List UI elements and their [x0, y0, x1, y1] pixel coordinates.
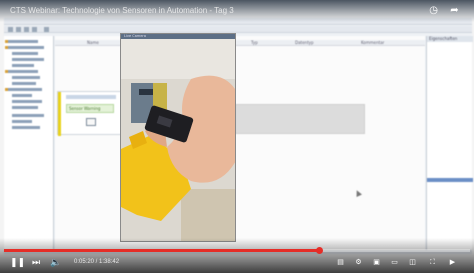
subtitles-icon[interactable]: ▤	[336, 258, 345, 267]
tree-item	[12, 64, 34, 67]
phone-camera-window: Live Camera	[120, 33, 236, 242]
tree-item	[12, 94, 32, 97]
editor-area: Name Typ Datentyp Kommentar Sensor Warni…	[55, 36, 425, 250]
properties-panel: Eigenschaften	[426, 36, 473, 250]
table-surface	[181, 189, 235, 241]
properties-header: Eigenschaften	[427, 36, 473, 42]
ide-window-screenshot: Name Typ Datentyp Kommentar Sensor Warni…	[4, 18, 473, 254]
tree-item	[12, 58, 44, 61]
ladder-comment: Sensor Warning	[66, 104, 114, 113]
tree-item	[8, 46, 44, 49]
time-display: 0:05:20 / 1:38:42	[74, 259, 120, 265]
gray-table-region	[235, 104, 365, 134]
ladder-contact	[86, 118, 96, 126]
network-title	[66, 95, 116, 99]
tree-item	[8, 40, 38, 43]
ladder-rail	[58, 92, 61, 136]
toolbar-icon	[32, 27, 37, 32]
tree-item	[8, 70, 38, 73]
properties-selection	[427, 178, 473, 182]
volume-icon[interactable]: 🔈	[50, 257, 62, 269]
player-controls: ❚❚ ⏭ 🔈 0:05:20 / 1:38:42 ▤ ⚙ ▣ ▭ ◫ ⛶ ▶	[0, 255, 474, 271]
clock-icon[interactable]: ◷	[428, 5, 439, 16]
column-header: Kommentar	[361, 40, 385, 45]
toolbar-icon	[8, 27, 13, 32]
camera-scene	[121, 39, 235, 241]
mouse-cursor-icon	[354, 189, 362, 197]
column-header: Datentyp	[295, 40, 314, 45]
tree-item	[12, 106, 38, 109]
tree-item	[12, 126, 40, 129]
ladder-network: Sensor Warning	[57, 91, 123, 136]
youtube-logo-icon[interactable]: ▶	[448, 258, 457, 267]
progress-scrubber[interactable]	[316, 247, 323, 254]
variable-table-header: Name Typ Datentyp Kommentar	[55, 40, 425, 46]
tree-item	[12, 114, 44, 117]
column-header: Name	[87, 40, 99, 45]
toolbar-icon	[24, 27, 29, 32]
tree-item	[12, 120, 32, 123]
toolbar-icon	[44, 27, 49, 32]
tree-item	[12, 82, 36, 85]
toolbar	[4, 26, 472, 33]
camera-feed	[121, 39, 235, 241]
tree-item	[8, 88, 42, 91]
share-icon[interactable]: ➦	[449, 5, 460, 16]
wall-upper	[121, 39, 235, 79]
miniplayer-icon[interactable]: ▣	[372, 258, 381, 267]
progress-played	[4, 249, 319, 252]
toolbar-icon	[16, 27, 21, 32]
play-icon[interactable]: ❚❚	[10, 257, 25, 269]
skip-next-icon[interactable]: ⏭	[30, 257, 42, 269]
tree-item	[12, 100, 42, 103]
gear-icon[interactable]: ⚙	[354, 258, 363, 267]
progress-bar[interactable]	[4, 247, 470, 254]
phone-window-title: Live Camera	[124, 34, 146, 38]
device-panel	[139, 89, 155, 95]
video-frame[interactable]: Name Typ Datentyp Kommentar Sensor Warni…	[0, 0, 474, 273]
column-header: Typ	[251, 40, 258, 45]
properties-title: Eigenschaften	[429, 36, 458, 41]
project-tree-panel	[4, 36, 54, 250]
cast-icon[interactable]: ◫	[408, 258, 417, 267]
video-title[interactable]: CTS Webinar: Technologie von Sensoren in…	[10, 6, 234, 15]
fullscreen-icon[interactable]: ⛶	[428, 258, 437, 267]
tree-item	[12, 52, 38, 55]
theater-icon[interactable]: ▭	[390, 258, 399, 267]
tree-item	[12, 76, 40, 79]
top-right-controls: ◷ ➦	[420, 5, 460, 16]
